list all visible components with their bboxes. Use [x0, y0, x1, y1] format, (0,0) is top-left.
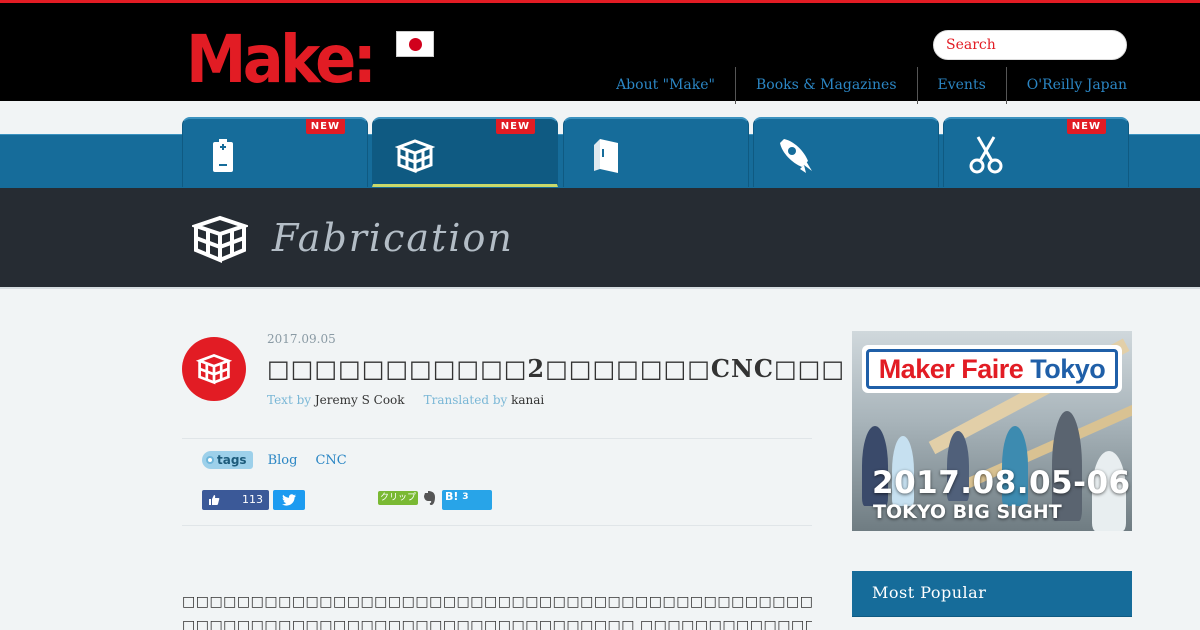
divider: [182, 438, 812, 439]
maker-faire-tokyo-logo: Maker Faire Tokyo: [862, 345, 1122, 393]
maker-faire-tokyo-ad[interactable]: Maker Faire Tokyo 2017.08.05-06 TOKYO BI…: [852, 331, 1132, 531]
ad-event-date: 2017.08.05-06: [872, 465, 1131, 501]
nav-oreilly-japan[interactable]: O'Reilly Japan: [1005, 67, 1127, 104]
rocket-icon: [780, 139, 812, 173]
book-icon: [594, 139, 618, 173]
body-line: □□□□□□□□□□□□□□□□□□□□□□□□□□□□□□□□□ □□□□□□…: [182, 618, 812, 630]
translated-by-label: Translated by: [423, 393, 508, 407]
tweet-button[interactable]: [273, 490, 305, 510]
make-logo[interactable]: Make:: [186, 25, 377, 95]
most-popular-title: Most Popular: [872, 583, 987, 602]
article-byline: Text by Jeremy S Cook Translated by kana…: [267, 393, 544, 407]
blocks-icon: [395, 139, 435, 174]
nav-about-make[interactable]: About "Make": [596, 67, 735, 104]
nav-books-magazines[interactable]: Books & Magazines: [735, 67, 917, 104]
text-by-label: Text by: [267, 393, 312, 407]
nav-events[interactable]: Events: [916, 67, 1006, 104]
facebook-like-button[interactable]: 113: [202, 490, 269, 510]
ad-event-venue: TOKYO BIG SIGHT: [873, 501, 1062, 523]
tab-diy[interactable]: NEW: [943, 117, 1129, 187]
tab-fabrication[interactable]: NEW: [372, 117, 558, 187]
battery-icon: [213, 139, 233, 172]
clip-button[interactable]: クリップ: [378, 491, 418, 505]
article-body: □□□□□□□□□□□□□□□□□□□□□□□□□□□□□□□□□□□□□□□□…: [182, 590, 812, 630]
article-date: 2017.09.05: [267, 332, 336, 346]
category-avatar: [182, 337, 246, 401]
new-badge: NEW: [305, 119, 345, 134]
site-header: Make: About "Make" Books & Magazines Eve…: [0, 0, 1200, 104]
thumbs-up-icon: [209, 495, 220, 505]
hatena-bookmark-button[interactable]: B! 3: [442, 490, 492, 510]
new-badge: NEW: [1066, 119, 1106, 134]
tags-row: tags Blog CNC: [202, 451, 365, 469]
hatena-count: 3: [462, 492, 469, 502]
category-banner: Fabrication: [0, 188, 1200, 289]
tab-craft[interactable]: [563, 117, 749, 187]
new-badge: NEW: [495, 119, 535, 134]
hatena-label: B!: [445, 490, 459, 503]
body-line: □□□□□□□□□□□□□□□□□□□□□□□□□□□□□□□□□□□□□□□□…: [182, 594, 812, 610]
japan-flag-icon: [396, 31, 434, 57]
divider: [182, 525, 812, 526]
tags-label: tags: [202, 451, 253, 469]
scissors-icon: [969, 136, 1003, 174]
twitter-bird-icon: [282, 494, 296, 506]
translator-link[interactable]: kanai: [511, 393, 544, 407]
category-title: Fabrication: [272, 216, 514, 260]
author-link[interactable]: Jeremy S Cook: [315, 393, 405, 407]
article-title: □□□□□□□□□□□2□□□□□□□CNC□□□: [267, 354, 846, 383]
blocks-icon: [192, 215, 248, 263]
evernote-elephant-icon[interactable]: [422, 490, 438, 506]
tag-link-cnc[interactable]: CNC: [315, 453, 346, 468]
search-box[interactable]: [933, 30, 1127, 60]
tab-electronics[interactable]: NEW: [182, 117, 368, 187]
top-nav: About "Make" Books & Magazines Events O'…: [596, 67, 1127, 104]
blocks-icon: [196, 353, 232, 385]
tag-link-blog[interactable]: Blog: [268, 453, 298, 468]
facebook-like-count: 113: [242, 493, 263, 506]
tab-science[interactable]: [753, 117, 939, 187]
most-popular-header: Most Popular: [852, 571, 1132, 617]
tag-icon: [206, 456, 214, 464]
search-input[interactable]: [934, 31, 1126, 59]
